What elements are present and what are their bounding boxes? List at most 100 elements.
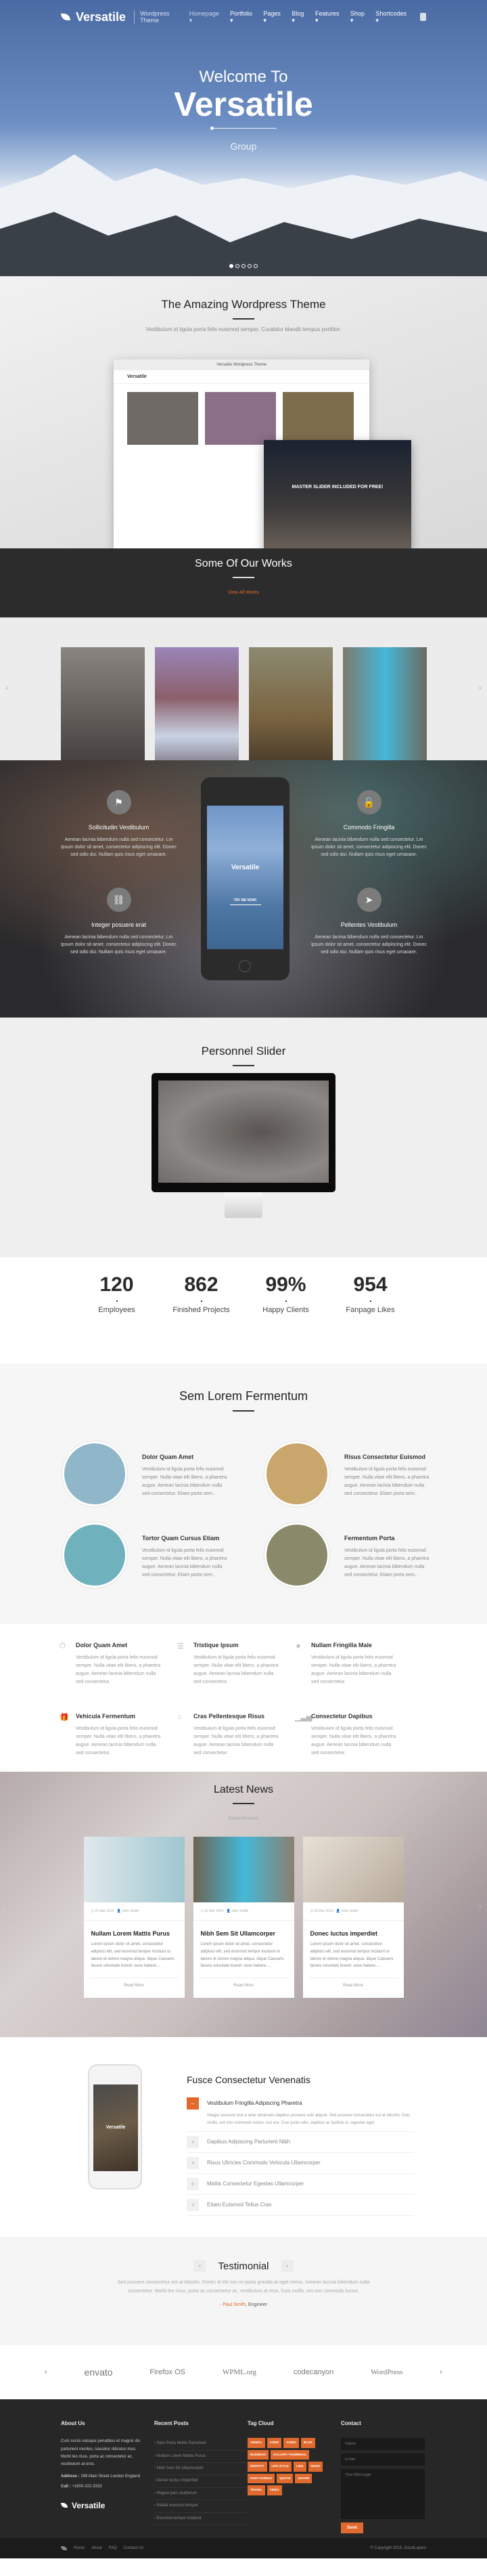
email-input[interactable]: [341, 2453, 425, 2466]
link-icon: ⛓: [106, 888, 131, 912]
service-image: [62, 1441, 127, 1506]
logo-codecanyon[interactable]: codecanyon: [294, 2368, 333, 2376]
menu-blog[interactable]: Blog ▾: [292, 10, 308, 24]
phone-mockup: Versatile TRY ME NOW!: [201, 777, 289, 980]
signal-icon: ▁▃▅: [295, 1713, 312, 1722]
news-card: ◷ 03 Dec 2013 👤 John Smith Donec luctus …: [302, 1837, 404, 1998]
send-button[interactable]: Send: [341, 2523, 363, 2534]
tag-link[interactable]: AUDIO: [283, 2438, 299, 2448]
slide-dot[interactable]: [248, 264, 252, 268]
slider-image[interactable]: [158, 1080, 329, 1183]
name-input[interactable]: [341, 2438, 425, 2451]
logo-wpml[interactable]: WPML.org: [223, 2368, 256, 2376]
news-image[interactable]: [83, 1837, 185, 1902]
accordion-item[interactable]: + Mattis Consectetur Egestas Ullamcorper: [187, 2174, 414, 2195]
slide-dot[interactable]: [241, 264, 246, 268]
plus-icon: +: [187, 2135, 199, 2148]
tag-link[interactable]: IDENTITY: [248, 2462, 267, 2472]
tag-link[interactable]: POST FORMAT: [248, 2473, 275, 2484]
message-textarea[interactable]: [341, 2469, 425, 2520]
main-menu: Homepage ▾ Portfolio ▾ Pages ▾ Blog ▾ Fe…: [189, 10, 411, 24]
app-features-section: ⚑ Sollicitudin Vestibulum Aenean lacinia…: [0, 760, 487, 1018]
accordion-item[interactable]: + Risus Ultricies Commodo Vehicula Ullamc…: [187, 2153, 414, 2174]
service-item: Dolor Quam Amet Vestibulum id ligula port…: [62, 1441, 237, 1506]
tag-link[interactable]: TRAVEL: [248, 2485, 265, 2495]
monitor-stand: [225, 1192, 262, 1218]
icon-features-section: ⏻ Dolor Quam Amet Vestibulum id ligula por…: [0, 1624, 487, 1772]
read-all-news-link[interactable]: Read All News: [228, 1816, 259, 1821]
carousel-next-icon[interactable]: ›: [478, 682, 482, 693]
plus-icon: +: [187, 2156, 199, 2169]
tag-link[interactable]: ASIDE: [266, 2438, 282, 2448]
tag-link[interactable]: GALLERY THUMBNAIL: [271, 2449, 310, 2460]
view-all-works-link[interactable]: View All Works: [228, 590, 259, 595]
menu-pages[interactable]: Pages ▾: [263, 10, 285, 24]
tag-link[interactable]: SAFARI: [295, 2473, 312, 2484]
partner-logos: ‹ envato Firefox OS WPML.org codecanyon …: [0, 2345, 487, 2399]
menu-features[interactable]: Features ▾: [315, 10, 344, 24]
bottom-link-home[interactable]: Home: [74, 2546, 85, 2550]
divider: [233, 1410, 254, 1412]
menu-shop[interactable]: Shop ▾: [350, 10, 369, 24]
logos-next-icon[interactable]: ›: [440, 2368, 442, 2376]
location-arrow-icon: ➤: [356, 888, 381, 912]
read-more-link[interactable]: Read More: [198, 1978, 289, 1988]
recent-post-link[interactable]: › Magna pars studiorum: [154, 2488, 248, 2501]
slide-dot[interactable]: [254, 264, 258, 268]
testimonial-prev-icon[interactable]: ‹: [193, 2260, 206, 2272]
recent-post-link[interactable]: › Nibh Sem Sit Ullamcorper: [154, 2463, 248, 2476]
tag-link[interactable]: VIDEO: [266, 2485, 282, 2495]
recent-post-link[interactable]: › Sem Porta Mollis Parturient: [154, 2438, 248, 2451]
tag-link[interactable]: QUOTE: [277, 2473, 294, 2484]
recent-post-link[interactable]: › Donec luctus imperdiet: [154, 2475, 248, 2488]
recent-post-link[interactable]: › Eiusmod tempor incidunt: [154, 2513, 248, 2525]
mountain-image: [0, 154, 487, 276]
stat-employees: 120 Employees: [98, 1273, 135, 1314]
news-prev-icon[interactable]: ‹: [5, 1900, 9, 1911]
news-title[interactable]: Donec luctus imperdiet: [303, 1921, 404, 1941]
tag-link[interactable]: LIFE STYLE: [269, 2462, 292, 2472]
read-more-link[interactable]: Read More: [89, 1978, 179, 1988]
menu-portfolio[interactable]: Portfolio ▾: [230, 10, 256, 24]
tag-link[interactable]: NEWS: [308, 2462, 323, 2472]
tag-link[interactable]: ANIMAL: [248, 2438, 265, 2448]
logo-wordpress[interactable]: WordPress: [371, 2368, 402, 2376]
bottom-link-faq[interactable]: FAQ: [109, 2546, 117, 2550]
tag-link[interactable]: BLOG: [300, 2438, 315, 2448]
icon-feature: ★ Nullam Fringilla Male Vestibulum id ligu…: [295, 1642, 413, 1701]
tag-link[interactable]: LINK: [294, 2462, 306, 2472]
slide-dot[interactable]: [235, 264, 239, 268]
accordion-item[interactable]: − Vestibulum Fringilla Adipiscing Pharetr…: [187, 2093, 414, 2132]
logo-envato[interactable]: envato: [85, 2367, 113, 2378]
carousel-prev-icon[interactable]: ‹: [5, 682, 9, 693]
recent-post-link[interactable]: › Sedial eiusmod tempor: [154, 2500, 248, 2513]
bottom-link-contact[interactable]: Contact Us: [124, 2546, 144, 2550]
accordion-item[interactable]: + Etiam Euismod Tellus Cras: [187, 2195, 414, 2216]
news-image[interactable]: [302, 1837, 404, 1902]
minus-icon: −: [187, 2097, 199, 2110]
testimonial-author: - Paul Smith, Engineer: [219, 2302, 268, 2308]
menu-homepage[interactable]: Homepage ▾: [189, 10, 223, 24]
logo-firefox-os[interactable]: Firefox OS: [149, 2368, 185, 2376]
slide-dot[interactable]: [229, 264, 233, 268]
logos-prev-icon[interactable]: ‹: [45, 2368, 47, 2376]
try-me-button[interactable]: TRY ME NOW!: [229, 898, 261, 905]
testimonial-next-icon[interactable]: ›: [281, 2260, 294, 2272]
tag-link[interactable]: BUSINESS: [248, 2449, 269, 2460]
news-title[interactable]: Nullam Lorem Mattis Purus: [84, 1921, 185, 1941]
service-image: [264, 1441, 329, 1506]
bottom-link-about[interactable]: About: [91, 2546, 102, 2550]
section-text: Vestibulum id ligula porta felis euismod…: [145, 326, 342, 332]
menu-shortcodes[interactable]: Shortcodes ▾: [375, 10, 411, 24]
recent-post-link[interactable]: › Nullam Lorem Mattis Purus: [154, 2451, 248, 2463]
plus-icon: +: [187, 2198, 199, 2211]
read-more-link[interactable]: Read More: [308, 1978, 398, 1988]
news-title[interactable]: Nibh Sem Sit Ullamcorper: [193, 1921, 294, 1941]
footer-recent-posts: Recent Posts › Sem Porta Mollis Parturie…: [154, 2418, 248, 2538]
news-image[interactable]: [193, 1837, 294, 1902]
shopping-bag-icon[interactable]: [420, 13, 426, 21]
accordion-item[interactable]: + Dapibus Adipiscing Parturient Nibh: [187, 2132, 414, 2153]
site-logo[interactable]: Versatile: [61, 10, 126, 24]
footer-logo[interactable]: Versatile: [61, 2498, 147, 2514]
news-next-icon[interactable]: ›: [478, 1900, 482, 1911]
